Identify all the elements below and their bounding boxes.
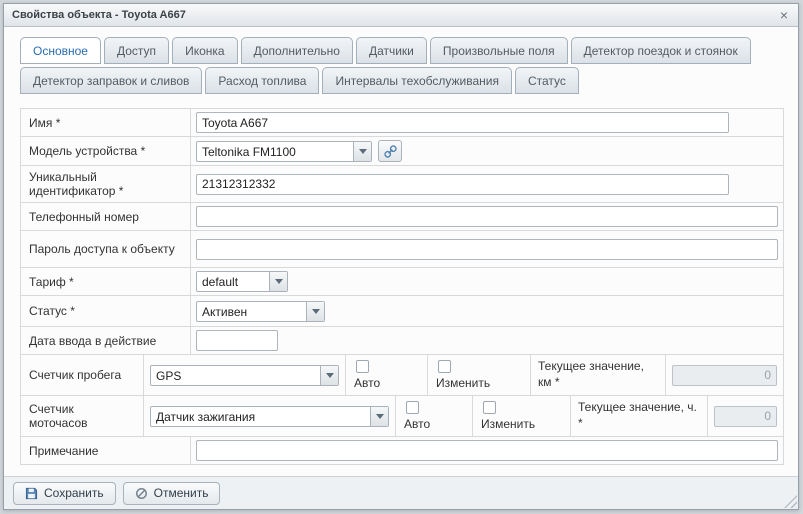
- row-note: Примечание: [21, 437, 783, 464]
- chevron-down-icon: [353, 142, 371, 161]
- properties-form: Имя * Модель устройства * Teltonika FM11…: [20, 108, 784, 465]
- row-activation-date: Дата ввода в действие: [21, 327, 783, 355]
- cancel-button[interactable]: Отменить: [123, 482, 221, 505]
- status-value: Активен: [197, 302, 306, 321]
- tab-main[interactable]: Основное: [20, 37, 101, 64]
- tab-bar: Основное Доступ Иконка Дополнительно Дат…: [20, 37, 784, 94]
- phone-input[interactable]: [196, 206, 778, 227]
- note-label: Примечание: [21, 437, 191, 464]
- dialog-footer: Сохранить Отменить: [4, 476, 798, 509]
- engine-hours-label: Счетчик моточасов: [21, 396, 144, 436]
- row-mileage-counter: Счетчик пробега GPS Авто Изменить Текуще…: [21, 355, 783, 396]
- mileage-auto-cell: Авто: [346, 355, 428, 395]
- name-input[interactable]: [196, 112, 729, 133]
- tab-trip-detector[interactable]: Детектор поездок и стоянок: [571, 37, 751, 64]
- password-label: Пароль доступа к объекту: [21, 231, 191, 267]
- row-name: Имя *: [21, 109, 783, 137]
- status-select[interactable]: Активен: [196, 301, 325, 322]
- device-model-label: Модель устройства *: [21, 137, 191, 165]
- device-config-button[interactable]: [378, 140, 402, 162]
- row-tariff: Тариф * default: [21, 268, 783, 296]
- tab-row-2: Детектор заправок и сливов Расход топлив…: [20, 67, 784, 94]
- chevron-down-icon: [320, 366, 338, 385]
- mileage-auto-checkbox[interactable]: [356, 360, 369, 373]
- engine-hours-current-input: [714, 406, 777, 427]
- engine-hours-source-select[interactable]: Датчик зажигания: [150, 406, 389, 427]
- tab-icon[interactable]: Иконка: [172, 37, 238, 64]
- engine-hours-auto-cell: Авто: [396, 396, 473, 436]
- tab-advanced[interactable]: Дополнительно: [241, 37, 353, 64]
- cancel-icon: [135, 487, 148, 500]
- chevron-down-icon: [370, 407, 388, 426]
- mileage-current-input: [672, 365, 777, 386]
- mileage-source-select[interactable]: GPS: [150, 365, 339, 386]
- name-label: Имя *: [21, 109, 191, 136]
- engine-hours-edit-checkbox[interactable]: [483, 401, 496, 414]
- row-password: Пароль доступа к объекту: [21, 231, 783, 268]
- dialog-content: Основное Доступ Иконка Дополнительно Дат…: [4, 27, 798, 465]
- chevron-down-icon: [306, 302, 324, 321]
- tab-custom-fields[interactable]: Произвольные поля: [430, 37, 568, 64]
- tab-status[interactable]: Статус: [515, 67, 579, 94]
- mileage-edit-label: Изменить: [436, 376, 490, 390]
- object-properties-dialog: Свойства объекта - Toyota A667 × Основно…: [3, 3, 799, 510]
- tab-row-1: Основное Доступ Иконка Дополнительно Дат…: [20, 37, 784, 64]
- tab-fuel-consumption[interactable]: Расход топлива: [205, 67, 319, 94]
- unique-id-label: Уникальный идентификатор *: [21, 166, 191, 202]
- chevron-down-icon: [269, 272, 287, 291]
- engine-hours-auto-checkbox[interactable]: [406, 401, 419, 414]
- dialog-title: Свойства объекта - Toyota A667: [12, 9, 778, 21]
- engine-hours-current-label: Текущее значение, ч. *: [571, 396, 708, 436]
- save-button-label: Сохранить: [44, 486, 104, 500]
- link-icon: [384, 145, 397, 158]
- mileage-source-value: GPS: [151, 366, 320, 385]
- device-model-value: Teltonika FM1100: [197, 142, 353, 161]
- cancel-button-label: Отменить: [154, 486, 209, 500]
- status-label: Статус *: [21, 296, 191, 326]
- mileage-current-label: Текущее значение, км *: [531, 355, 666, 395]
- row-phone: Телефонный номер: [21, 203, 783, 231]
- engine-hours-edit-label: Изменить: [481, 417, 535, 431]
- tab-fuel-fill-detector[interactable]: Детектор заправок и сливов: [20, 67, 202, 94]
- activation-date-input[interactable]: [196, 330, 278, 351]
- note-input[interactable]: [196, 440, 778, 461]
- row-status: Статус * Активен: [21, 296, 783, 327]
- tariff-value: default: [197, 272, 269, 291]
- mileage-counter-label: Счетчик пробега: [21, 355, 144, 395]
- activation-date-label: Дата ввода в действие: [21, 327, 191, 354]
- engine-hours-source-value: Датчик зажигания: [151, 407, 370, 426]
- unique-id-input[interactable]: [196, 174, 729, 195]
- mileage-edit-cell: Изменить: [428, 355, 531, 395]
- engine-hours-edit-cell: Изменить: [473, 396, 571, 436]
- row-unique-id: Уникальный идентификатор *: [21, 166, 783, 203]
- close-icon[interactable]: ×: [778, 8, 790, 22]
- phone-label: Телефонный номер: [21, 203, 191, 230]
- save-button[interactable]: Сохранить: [13, 482, 116, 505]
- engine-hours-auto-label: Авто: [404, 417, 430, 431]
- dialog-titlebar[interactable]: Свойства объекта - Toyota A667 ×: [4, 4, 798, 27]
- tab-maintenance-intervals[interactable]: Интервалы техобслуживания: [322, 67, 512, 94]
- device-model-select[interactable]: Teltonika FM1100: [196, 141, 372, 162]
- tariff-select[interactable]: default: [196, 271, 288, 292]
- mileage-auto-label: Авто: [354, 376, 380, 390]
- row-engine-hours-counter: Счетчик моточасов Датчик зажигания Авто …: [21, 396, 783, 437]
- password-input[interactable]: [196, 239, 778, 260]
- tariff-label: Тариф *: [21, 268, 191, 295]
- tab-sensors[interactable]: Датчики: [356, 37, 427, 64]
- save-icon: [25, 487, 38, 500]
- row-device-model: Модель устройства * Teltonika FM1100: [21, 137, 783, 166]
- tab-access[interactable]: Доступ: [104, 37, 169, 64]
- mileage-edit-checkbox[interactable]: [438, 360, 451, 373]
